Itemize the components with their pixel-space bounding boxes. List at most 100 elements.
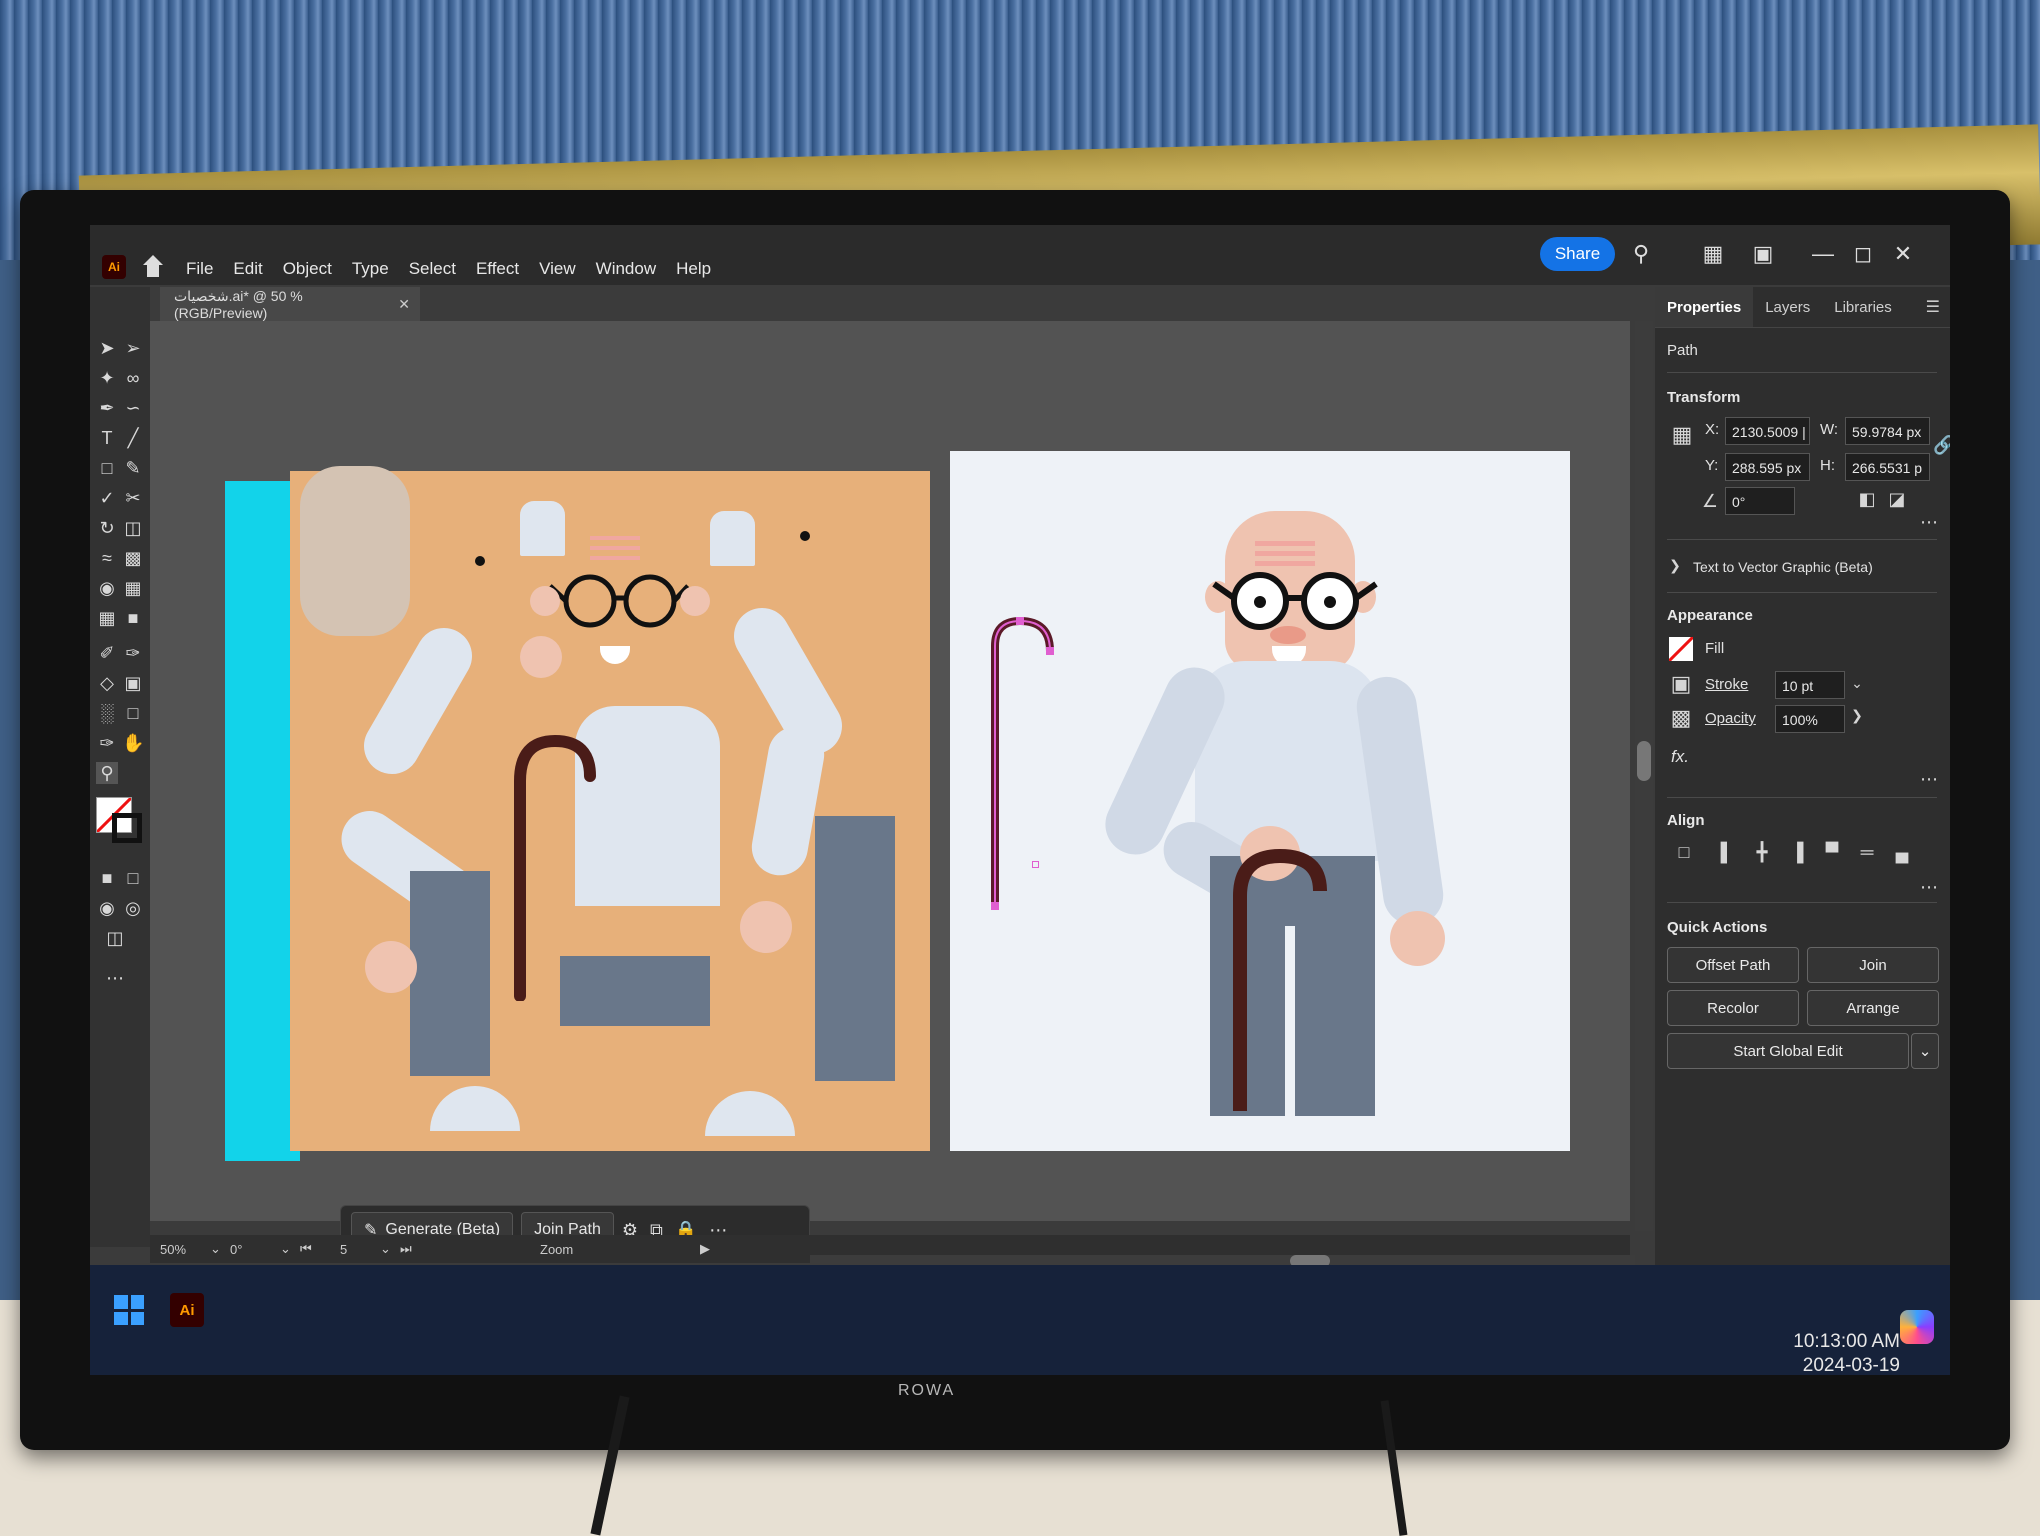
windows-start-icon[interactable] bbox=[114, 1295, 144, 1325]
mesh-tool-icon[interactable]: ▦ bbox=[96, 607, 118, 629]
slice-tool-icon[interactable]: ✑ bbox=[96, 732, 118, 754]
reference-point-icon[interactable]: ▦ bbox=[1667, 422, 1697, 462]
wrinkle[interactable] bbox=[590, 556, 640, 560]
hand-tool-icon[interactable]: ✋ bbox=[122, 732, 144, 754]
join-button[interactable]: Join bbox=[1807, 947, 1939, 983]
recolor-button[interactable]: Recolor bbox=[1667, 990, 1799, 1026]
chevron-right-icon[interactable]: ❯ bbox=[1847, 707, 1867, 724]
eyedropper-tool-icon[interactable]: ✐ bbox=[96, 642, 118, 664]
menu-view[interactable]: View bbox=[539, 259, 576, 279]
menu-file[interactable]: File bbox=[186, 259, 213, 279]
menu-effect[interactable]: Effect bbox=[476, 259, 519, 279]
align-bottom-icon[interactable]: ▄ bbox=[1890, 842, 1914, 863]
line-tool-icon[interactable]: ╱ bbox=[122, 427, 144, 449]
panel-menu-icon[interactable]: ☰ bbox=[1926, 287, 1950, 327]
chevron-down-icon[interactable]: ⌄ bbox=[280, 1241, 300, 1257]
clock[interactable]: 10:13:00 AM 2024-03-19 bbox=[1750, 1330, 1900, 1375]
h-input[interactable]: 266.5531 p bbox=[1845, 453, 1930, 481]
global-edit-options-icon[interactable]: ⌄ bbox=[1911, 1033, 1939, 1069]
stroke-swatch[interactable] bbox=[112, 813, 142, 843]
first-artboard-icon[interactable]: ⏮ bbox=[300, 1241, 340, 1257]
arm-shape[interactable] bbox=[353, 617, 483, 785]
gradient-tool-icon[interactable]: ■ bbox=[122, 607, 144, 629]
graph-tool-icon[interactable]: ░ bbox=[96, 702, 118, 724]
last-artboard-icon[interactable]: ⏭ bbox=[400, 1241, 440, 1257]
curvature-tool-icon[interactable]: ∽ bbox=[122, 397, 144, 419]
close-icon[interactable]: ✕ bbox=[1890, 241, 1916, 267]
workspace-icon[interactable]: ▣ bbox=[1750, 241, 1776, 267]
tab-close-icon[interactable]: ✕ bbox=[398, 296, 410, 313]
pants-leg[interactable] bbox=[815, 816, 895, 1081]
offset-path-button[interactable]: Offset Path bbox=[1667, 947, 1799, 983]
more-transform-icon[interactable]: ⋯ bbox=[1917, 512, 1941, 533]
zoom-level[interactable]: 50% bbox=[160, 1242, 210, 1257]
cyan-rectangle[interactable] bbox=[225, 481, 300, 1161]
copilot-icon[interactable] bbox=[1900, 1310, 1934, 1344]
menu-window[interactable]: Window bbox=[596, 259, 656, 279]
nose-circle[interactable] bbox=[520, 636, 562, 678]
cheek[interactable] bbox=[530, 586, 560, 616]
wrinkle[interactable] bbox=[590, 546, 640, 550]
shoe-shape[interactable] bbox=[705, 1091, 795, 1136]
zoom-tool-icon[interactable]: ⚲ bbox=[96, 762, 118, 784]
vertical-scrollbar[interactable] bbox=[1635, 321, 1653, 1231]
share-button[interactable]: Share bbox=[1540, 237, 1615, 271]
artboard-number[interactable]: 5 bbox=[340, 1242, 380, 1257]
align-top-icon[interactable]: ▀ bbox=[1820, 842, 1844, 863]
wrinkle[interactable] bbox=[590, 536, 640, 540]
selected-cane-path[interactable] bbox=[980, 611, 1070, 911]
free-transform-tool-icon[interactable]: ▩ bbox=[122, 547, 144, 569]
menu-select[interactable]: Select bbox=[409, 259, 456, 279]
character-glasses[interactable] bbox=[1210, 566, 1380, 636]
rectangle-tool-icon[interactable]: □ bbox=[96, 457, 118, 479]
symbol-sprayer-tool-icon[interactable]: ▣ bbox=[122, 672, 144, 694]
flip-horizontal-icon[interactable]: ◧ bbox=[1855, 489, 1879, 510]
text-to-vector-link[interactable]: Text to Vector Graphic (Beta) bbox=[1693, 559, 1873, 575]
menu-object[interactable]: Object bbox=[283, 259, 332, 279]
measure-tool-icon[interactable]: ✑ bbox=[122, 642, 144, 664]
align-horizontal-center-icon[interactable]: ╋ bbox=[1750, 842, 1774, 863]
ear-shape[interactable] bbox=[520, 501, 565, 556]
fx-button[interactable]: fx. bbox=[1671, 747, 1689, 767]
status-arrow-icon[interactable]: ▶ bbox=[700, 1241, 710, 1257]
menu-type[interactable]: Type bbox=[352, 259, 389, 279]
type-tool-icon[interactable]: T bbox=[96, 427, 118, 449]
stroke-label[interactable]: Stroke bbox=[1705, 676, 1748, 693]
constrain-proportions-icon[interactable]: 🔗 bbox=[1933, 435, 1950, 456]
magic-wand-tool-icon[interactable]: ✦ bbox=[96, 367, 118, 389]
none-mode-icon[interactable]: □ bbox=[122, 867, 144, 889]
cheek[interactable] bbox=[680, 586, 710, 616]
y-input[interactable]: 288.595 px bbox=[1725, 453, 1810, 481]
vertical-scrollbar-thumb[interactable] bbox=[1637, 741, 1651, 781]
blend-tool-icon[interactable]: ◇ bbox=[96, 672, 118, 694]
stroke-swatch-icon[interactable]: ▣ bbox=[1667, 671, 1695, 697]
tab-layers[interactable]: Layers bbox=[1753, 287, 1822, 327]
opacity-input[interactable]: 100% bbox=[1775, 705, 1845, 733]
color-mode-icon[interactable]: ■ bbox=[96, 867, 118, 889]
character-hand[interactable] bbox=[1390, 911, 1445, 966]
menu-edit[interactable]: Edit bbox=[233, 259, 262, 279]
character-cane[interactable] bbox=[1230, 846, 1340, 1116]
flip-vertical-icon[interactable]: ◪ bbox=[1885, 489, 1909, 510]
shape-builder-tool-icon[interactable]: ◉ bbox=[96, 577, 118, 599]
direct-selection-tool-icon[interactable]: ➢ bbox=[122, 337, 144, 359]
eye-dot[interactable] bbox=[800, 531, 810, 541]
search-icon[interactable]: ⚲ bbox=[1628, 241, 1654, 267]
chevron-down-icon[interactable]: ⌄ bbox=[1847, 675, 1867, 692]
angle-input[interactable]: 0° bbox=[1725, 487, 1795, 515]
pen-tool-icon[interactable]: ✒ bbox=[96, 397, 118, 419]
tab-libraries[interactable]: Libraries bbox=[1822, 287, 1904, 327]
draw-mode-icon[interactable]: ◉ bbox=[96, 897, 118, 919]
hand-circle[interactable] bbox=[740, 901, 792, 953]
menu-help[interactable]: Help bbox=[676, 259, 711, 279]
lasso-tool-icon[interactable]: ∞ bbox=[122, 367, 144, 389]
mouth[interactable] bbox=[600, 646, 630, 664]
w-input[interactable]: 59.9784 px bbox=[1845, 417, 1930, 445]
chevron-right-icon[interactable]: ❯ bbox=[1667, 557, 1683, 574]
artboard-character[interactable] bbox=[950, 451, 1570, 1151]
tab-properties[interactable]: Properties bbox=[1655, 287, 1754, 327]
arrange-button[interactable]: Arrange bbox=[1807, 990, 1939, 1026]
hand-circle[interactable] bbox=[365, 941, 417, 993]
eye-dot[interactable] bbox=[475, 556, 485, 566]
perspective-tool-icon[interactable]: ▦ bbox=[122, 577, 144, 599]
